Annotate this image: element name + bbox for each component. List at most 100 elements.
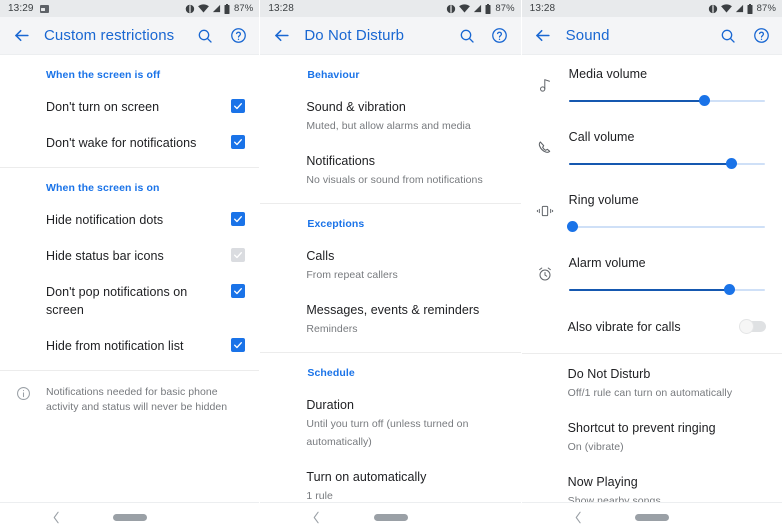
slider-label: Alarm volume: [568, 256, 646, 270]
media-volume-slider[interactable]: [568, 94, 765, 108]
setting-row-dont-pop-notifications[interactable]: Don't pop notifications on screen: [0, 274, 259, 328]
checkbox-dont-turn-on-screen[interactable]: [231, 99, 246, 113]
alarm-volume-slider[interactable]: [568, 283, 765, 297]
setting-sublabel: On (vibrate): [567, 441, 624, 453]
toggle-knob: [739, 319, 754, 334]
setting-row-turn-on-automatically[interactable]: Turn on automatically 1 rule: [260, 459, 520, 502]
battery-percent: 87%: [495, 3, 515, 14]
setting-label: Also vibrate for calls: [567, 320, 681, 334]
dnd-icon: [447, 4, 456, 13]
setting-sublabel: From repeat callers: [306, 269, 398, 281]
status-bar-icons: 87%: [185, 3, 253, 14]
system-nav-bar: [260, 502, 521, 532]
setting-row-now-playing[interactable]: Now Playing Show nearby songs: [522, 464, 782, 502]
setting-row-dont-turn-on-screen[interactable]: Don't turn on screen: [0, 89, 259, 125]
three-panel-screenshot: 13:29 87% Custom restrictions When the s…: [0, 0, 782, 532]
phone-screen-custom-restrictions: 13:29 87% Custom restrictions When the s…: [0, 0, 260, 532]
setting-row-hide-from-notification-list[interactable]: Hide from notification list: [0, 328, 259, 364]
help-icon[interactable]: [750, 25, 772, 47]
setting-label: Messages, events & reminders: [306, 303, 480, 317]
setting-row-sound-and-vibration[interactable]: Sound & vibration Muted, but allow alarm…: [260, 89, 520, 143]
sound-settings-list: Media volume Call volume Ring volume Ala…: [521, 55, 782, 502]
setting-label: Now Playing: [567, 475, 638, 489]
slider-fill: [568, 100, 705, 102]
setting-row-calls[interactable]: Calls From repeat callers: [260, 238, 520, 292]
settings-list: When the screen is off Don't turn on scr…: [0, 55, 260, 502]
phone-screen-sound: 13:28 87% Sound Media volume Call volume…: [521, 0, 782, 532]
slider-thumb[interactable]: [724, 284, 736, 295]
setting-label: Hide notification dots: [46, 213, 164, 227]
setting-label: Notifications: [306, 154, 376, 168]
alarm-clock-icon: [522, 254, 569, 282]
setting-sublabel: Off/1 rule can turn on automatically: [567, 387, 733, 399]
nav-back-icon[interactable]: [52, 511, 61, 524]
screenshot-icon: [39, 4, 49, 13]
slider-thumb[interactable]: [698, 95, 710, 106]
section-header-exceptions: Exceptions: [307, 218, 365, 230]
nav-home-handle[interactable]: [373, 514, 408, 521]
setting-label: Don't turn on screen: [46, 100, 160, 114]
status-bar-icons: 87%: [708, 3, 776, 14]
setting-row-messages-events-reminders[interactable]: Messages, events & reminders Reminders: [260, 292, 520, 346]
status-bar-time: 13:28: [529, 3, 556, 14]
slider-thumb[interactable]: [567, 221, 579, 232]
info-note: Notifications needed for basic phone act…: [0, 371, 259, 415]
checkbox-dont-pop-notifications[interactable]: [231, 284, 246, 298]
setting-row-duration[interactable]: Duration Until you turn off (unless turn…: [260, 387, 520, 459]
status-bar-icons: 87%: [446, 3, 515, 14]
slider-row-call-volume[interactable]: Call volume: [522, 118, 782, 181]
music-note-icon: [522, 65, 569, 93]
help-icon[interactable]: [489, 25, 511, 47]
settings-list: Behaviour Sound & vibration Muted, but a…: [260, 55, 521, 502]
setting-row-shortcut-to-prevent-ringing[interactable]: Shortcut to prevent ringing On (vibrate): [522, 410, 782, 464]
search-icon[interactable]: [194, 25, 216, 47]
call-volume-slider[interactable]: [568, 157, 765, 171]
info-note-text: Notifications needed for basic phone act…: [46, 386, 228, 414]
app-bar: Sound: [521, 17, 782, 55]
page-title: Sound: [565, 27, 610, 44]
back-arrow-icon[interactable]: [10, 25, 32, 47]
section-header-screen-off: When the screen is off: [46, 69, 161, 81]
slider-row-media-volume[interactable]: Media volume: [522, 55, 782, 118]
appbar-actions: [456, 25, 511, 47]
nav-home-handle[interactable]: [112, 514, 147, 521]
setting-row-do-not-disturb[interactable]: Do Not Disturb Off/1 rule can turn on au…: [522, 354, 782, 410]
search-icon[interactable]: [456, 25, 478, 47]
setting-label: Hide status bar icons: [46, 249, 164, 263]
search-icon[interactable]: [717, 25, 739, 47]
setting-row-also-vibrate-for-calls[interactable]: Also vibrate for calls: [522, 307, 782, 347]
wifi-icon: [198, 4, 209, 13]
slider-thumb[interactable]: [726, 158, 738, 169]
phone-screen-do-not-disturb: 13:28 87% Do Not Disturb Behaviour Sound…: [260, 0, 521, 532]
help-icon[interactable]: [227, 25, 249, 47]
slider-label: Ring volume: [568, 193, 639, 207]
setting-row-hide-status-bar-icons: Hide status bar icons: [0, 238, 259, 274]
nav-back-icon[interactable]: [312, 511, 321, 524]
appbar-actions: [717, 25, 772, 47]
app-bar: Do Not Disturb: [260, 17, 521, 55]
setting-label: Don't wake for notifications: [46, 136, 197, 150]
slider-row-ring-volume[interactable]: Ring volume: [522, 181, 782, 244]
setting-label: Sound & vibration: [306, 100, 406, 114]
checkbox-hide-notification-dots[interactable]: [231, 212, 246, 226]
back-arrow-icon[interactable]: [532, 25, 554, 47]
battery-icon: [224, 3, 230, 14]
setting-label: Do Not Disturb: [567, 367, 651, 381]
nav-back-icon[interactable]: [574, 511, 583, 524]
page-title: Do Not Disturb: [304, 27, 405, 44]
setting-sublabel: Muted, but allow alarms and media: [306, 120, 471, 132]
ring-volume-slider[interactable]: [567, 220, 765, 234]
also-vibrate-toggle[interactable]: [739, 319, 766, 334]
setting-row-notifications[interactable]: Notifications No visuals or sound from n…: [260, 143, 520, 197]
setting-label: Duration: [306, 398, 354, 412]
slider-row-alarm-volume[interactable]: Alarm volume: [522, 244, 782, 307]
setting-row-dont-wake-for-notifications[interactable]: Don't wake for notifications: [0, 125, 259, 161]
setting-row-hide-notification-dots[interactable]: Hide notification dots: [0, 202, 259, 238]
nav-home-handle[interactable]: [634, 514, 669, 521]
checkbox-dont-wake-for-notifications[interactable]: [231, 135, 246, 149]
battery-icon: [485, 3, 491, 14]
slider-track: [568, 226, 765, 228]
back-arrow-icon[interactable]: [270, 25, 292, 47]
setting-sublabel: No visuals or sound from notifications: [306, 174, 483, 186]
checkbox-hide-from-notification-list[interactable]: [231, 338, 246, 352]
